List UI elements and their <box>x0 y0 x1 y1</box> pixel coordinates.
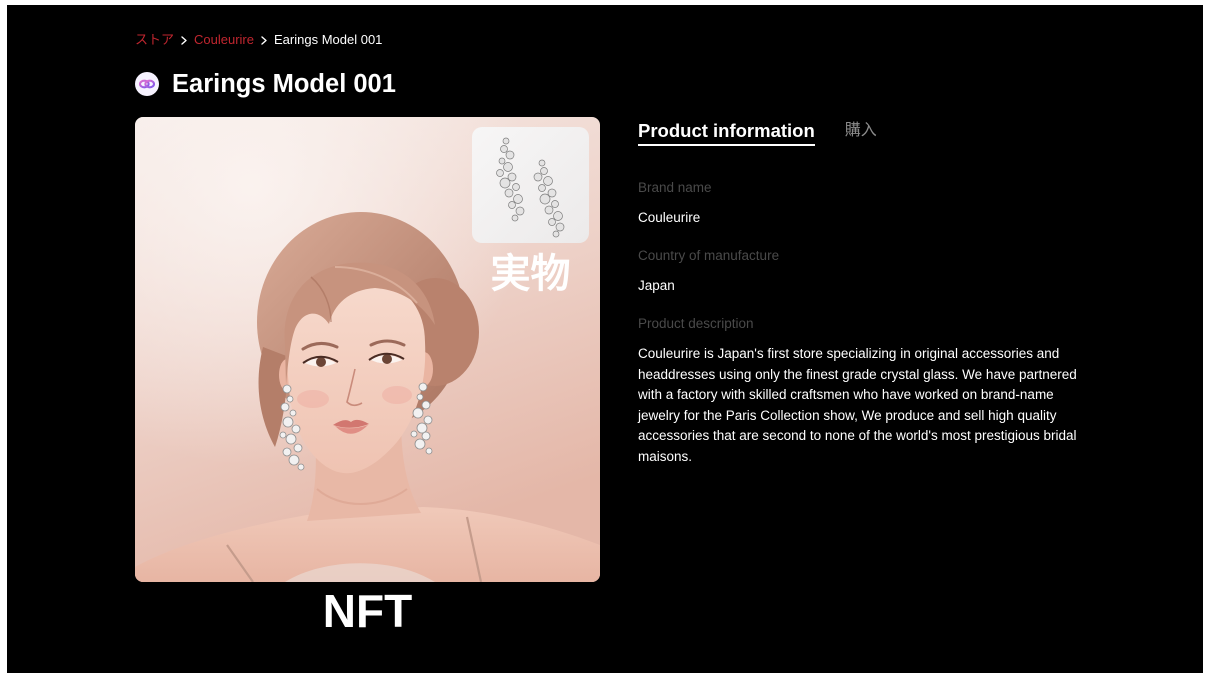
product-description: Couleurire is Japan's first store specia… <box>638 346 1077 464</box>
tab-bar: Product information 購入 <box>638 120 1108 146</box>
breadcrumb-current: Earings Model 001 <box>274 32 383 47</box>
title-row: Earings Model 001 <box>135 69 396 99</box>
chevron-right-icon <box>181 35 187 45</box>
breadcrumb-store-link[interactable]: ストア <box>135 32 174 48</box>
nft-caption: NFT <box>322 585 413 637</box>
nft-image-panel: 実物 <box>135 117 600 582</box>
country-label: Country of manufacture <box>638 248 780 263</box>
tab-product-information[interactable]: Product information <box>638 120 815 146</box>
physical-item-photo <box>472 127 589 243</box>
brand-name-label: Brand name <box>638 180 712 195</box>
tab-purchase[interactable]: 購入 <box>845 120 877 142</box>
country-value: Japan <box>638 278 675 293</box>
page-title: Earings Model 001 <box>172 70 396 98</box>
product-info-panel: Product information 購入 Brand name Couleu… <box>638 120 1108 481</box>
physical-item-caption: 実物 <box>490 252 571 296</box>
breadcrumb-brand-link[interactable]: Couleurire <box>194 32 254 48</box>
brand-name-value: Couleurire <box>638 210 701 225</box>
description-label: Product description <box>638 316 754 331</box>
chevron-right-icon <box>261 35 267 45</box>
breadcrumb: ストア Couleurire Earings Model 001 <box>135 32 382 48</box>
product-page: ストア Couleurire Earings Model 001 Earings… <box>7 5 1203 673</box>
polygon-icon <box>135 72 159 96</box>
